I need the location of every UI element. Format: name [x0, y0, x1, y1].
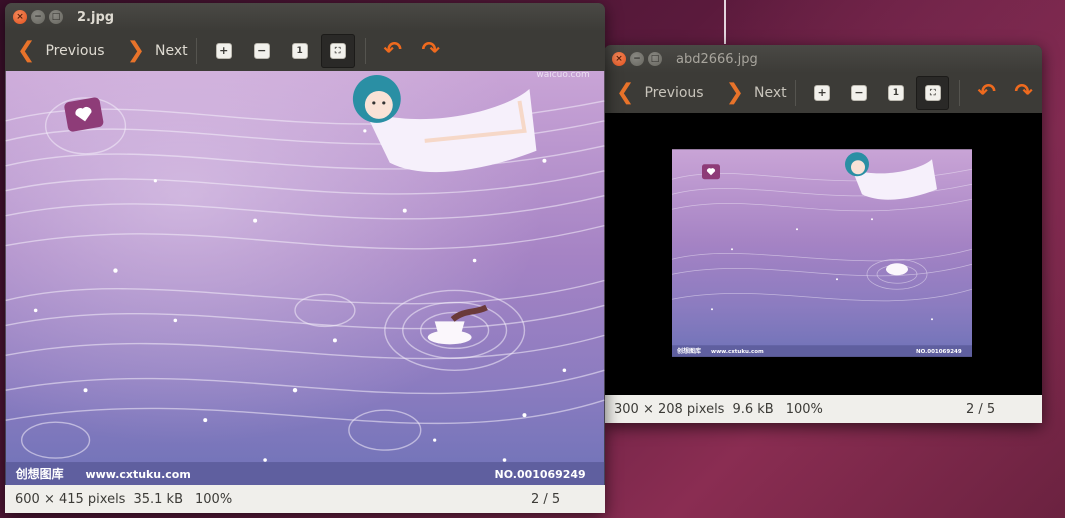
zoom-level: 100% — [195, 491, 233, 507]
svg-text:www.cxtuku.com: www.cxtuku.com — [711, 349, 764, 355]
close-window-button[interactable]: × — [612, 52, 626, 66]
statusbar: 600 × 415 pixels 35.1 kB 100% 2 / 5 — [5, 485, 605, 513]
next-label: Next — [155, 43, 188, 59]
minimize-window-button[interactable]: − — [630, 52, 644, 66]
page-indicator: 2 / 5 — [966, 401, 996, 417]
chevron-left-icon: ❮ — [17, 38, 36, 63]
best-fit-button[interactable]: ⛶ — [916, 76, 950, 110]
zoom-out-button[interactable]: − — [245, 34, 279, 68]
close-window-button[interactable]: × — [13, 10, 27, 24]
normal-size-button[interactable]: 1 — [283, 34, 317, 68]
zoom-out-icon: − — [253, 43, 270, 59]
window-title: 2.jpg — [77, 9, 115, 25]
image-dimensions: 300 × 208 pixels — [614, 401, 725, 417]
normal-size-button[interactable]: 1 — [879, 76, 912, 110]
next-button[interactable]: ❯ Next — [720, 78, 787, 108]
next-button[interactable]: ❯ Next — [121, 36, 188, 66]
toolbar-separator — [794, 80, 796, 106]
chevron-left-icon: ❮ — [616, 80, 635, 105]
rotate-left-icon: ↶ — [977, 80, 996, 105]
svg-text:NO.001069249: NO.001069249 — [916, 349, 962, 355]
previous-label: Previous — [45, 43, 105, 59]
maximize-window-button[interactable]: □ — [49, 10, 63, 24]
previous-button[interactable]: ❮ Previous — [11, 36, 105, 66]
rotate-right-button[interactable]: ↷ — [414, 34, 448, 68]
normal-size-icon: 1 — [291, 43, 308, 59]
rotate-left-button[interactable]: ↶ — [970, 76, 1003, 110]
best-fit-icon: ⛶ — [329, 43, 346, 59]
rotate-left-icon: ↶ — [383, 38, 402, 63]
titlebar: × − □ 2.jpg — [5, 3, 605, 31]
titlebar: × − □ abd2666.jpg — [604, 45, 1042, 73]
fairy-illustration: 创想图库 www.cxtuku.com NO.001069249 — [672, 149, 972, 357]
toolbar: ❮ Previous ❯ Next + − 1 ⛶ ↶ ↷ — [5, 31, 605, 71]
zoom-out-button[interactable]: − — [843, 76, 876, 110]
zoom-in-icon: + — [215, 43, 232, 59]
previous-label: Previous — [644, 85, 704, 101]
book-heart-icon — [64, 97, 104, 132]
next-label: Next — [754, 85, 787, 101]
image-canvas: 创想图库 www.cxtuku.com NO.001069249 — [604, 113, 1042, 395]
zoom-in-icon: + — [814, 85, 831, 101]
window-title: abd2666.jpg — [676, 51, 758, 67]
svg-text:waicuo.com: waicuo.com — [536, 71, 589, 80]
svg-text:www.cxtuku.com: www.cxtuku.com — [86, 468, 191, 481]
zoom-in-button[interactable]: + — [207, 34, 241, 68]
rotate-left-button[interactable]: ↶ — [376, 34, 410, 68]
toolbar-separator — [195, 38, 197, 64]
zoom-in-button[interactable]: + — [806, 76, 839, 110]
image-canvas: waicuo.com 创想图库 www.cxtuku.com NO.001069… — [5, 71, 605, 485]
normal-size-icon: 1 — [887, 85, 904, 101]
svg-text:创想图库: 创想图库 — [15, 466, 64, 481]
svg-text:NO.001069249: NO.001069249 — [495, 468, 586, 481]
image-dimensions: 600 × 415 pixels — [15, 491, 126, 507]
toolbar-separator — [959, 80, 961, 106]
previous-button[interactable]: ❮ Previous — [610, 78, 704, 108]
chevron-right-icon: ❯ — [126, 38, 146, 63]
desktop-window-edge — [724, 0, 726, 44]
page-indicator: 2 / 5 — [531, 491, 561, 507]
image-file-size: 9.6 kB — [732, 401, 774, 417]
fairy-illustration: waicuo.com 创想图库 www.cxtuku.com NO.001069… — [5, 71, 605, 485]
best-fit-button[interactable]: ⛶ — [320, 34, 355, 68]
toolbar-separator — [364, 38, 366, 64]
displayed-image: 创想图库 www.cxtuku.com NO.001069249 — [672, 149, 972, 357]
zoom-out-icon: − — [851, 85, 867, 101]
rotate-right-button[interactable]: ↷ — [1007, 76, 1040, 110]
image-viewer-window-2jpg: × − □ 2.jpg ❮ Previous ❯ Next + − 1 ⛶ ↶ … — [5, 3, 605, 513]
chevron-right-icon: ❯ — [725, 80, 745, 105]
statusbar: 300 × 208 pixels 9.6 kB 100% 2 / 5 — [604, 395, 1042, 423]
toolbar: ❮ Previous ❯ Next + − 1 ⛶ ↶ ↷ — [604, 73, 1042, 113]
image-viewer-window-abd2666: × − □ abd2666.jpg ❮ Previous ❯ Next + − … — [604, 45, 1042, 423]
minimize-window-button[interactable]: − — [31, 10, 45, 24]
zoom-level: 100% — [785, 401, 823, 417]
image-file-size: 35.1 kB — [133, 491, 183, 507]
maximize-window-button[interactable]: □ — [648, 52, 662, 66]
best-fit-icon: ⛶ — [924, 85, 941, 101]
rotate-right-icon: ↷ — [421, 38, 440, 63]
rotate-right-icon: ↷ — [1014, 80, 1033, 105]
svg-text:创想图库: 创想图库 — [676, 347, 701, 355]
